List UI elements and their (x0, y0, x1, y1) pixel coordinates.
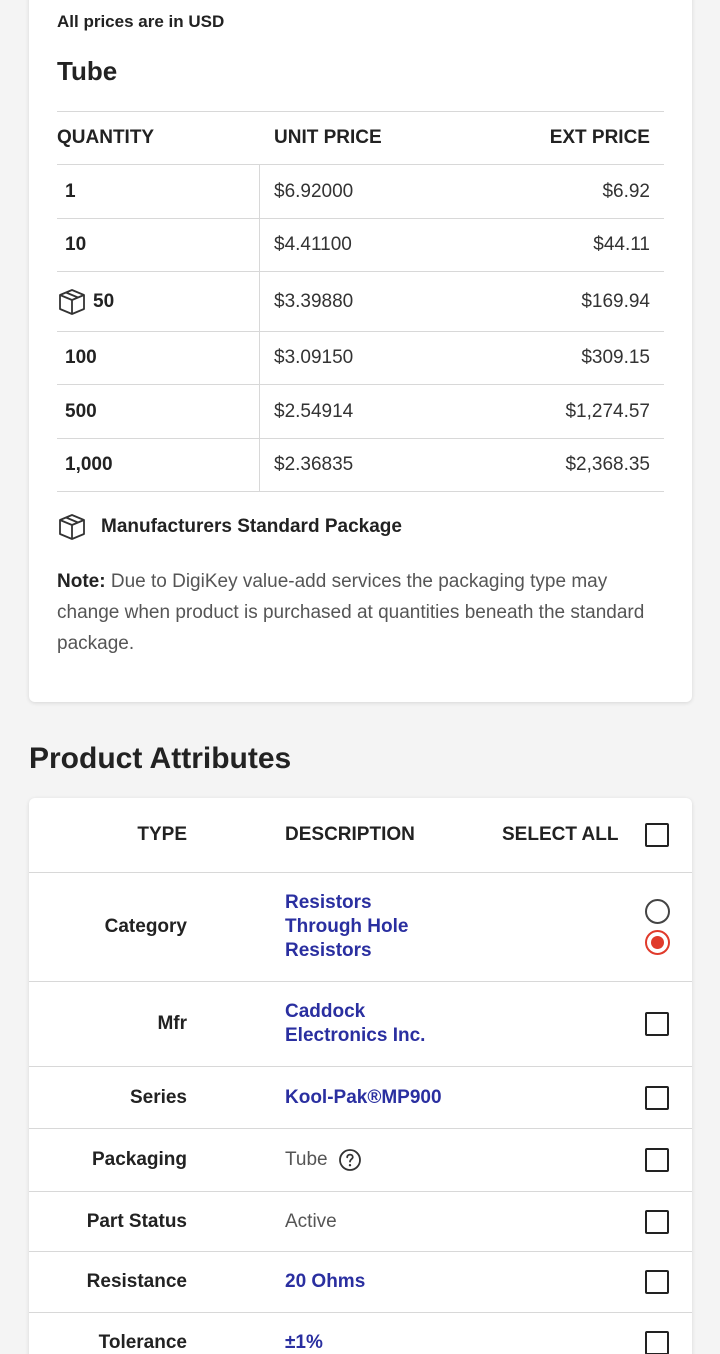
quantity-cell: 1 (65, 165, 255, 218)
attributes-card: TYPE DESCRIPTION SELECT ALL Category Resi… (29, 798, 692, 1354)
ext-price-cell: $6.92 (602, 180, 650, 202)
attribute-type: Series (129, 1086, 187, 1108)
attribute-description[interactable]: ±1% (285, 1313, 323, 1354)
description-line: Tube (285, 1149, 328, 1170)
description-line[interactable]: Through Hole (285, 915, 408, 939)
standard-package-label: Manufacturers Standard Package (101, 516, 402, 537)
package-box-icon (59, 514, 85, 540)
description-line[interactable]: Electronics Inc. (285, 1024, 425, 1048)
quantity-value: 100 (65, 347, 97, 368)
quantity-cell: 50 (59, 272, 255, 331)
type-header: TYPE (137, 824, 187, 845)
note-label: Note: (57, 571, 106, 592)
attribute-description: Active (285, 1192, 337, 1251)
ext-price-cell: $2,368.35 (565, 454, 650, 475)
quantity-header: QUANTITY (57, 127, 155, 148)
description-line: Active (285, 1210, 337, 1232)
attribute-type: Category (104, 916, 187, 937)
attribute-row: Tolerance ±1% (29, 1313, 692, 1354)
price-row: 50 $3.39880 $169.94 (57, 271, 664, 331)
attribute-description[interactable]: 20 Ohms (285, 1252, 365, 1312)
attribute-description[interactable]: Kool-Pak®MP900 (285, 1067, 442, 1128)
select-all-label: SELECT ALL (502, 824, 619, 845)
quantity-value: 1 (65, 180, 76, 202)
unit-price-header: UNIT PRICE (274, 127, 382, 148)
price-row: 1 $6.92000 $6.92 (57, 164, 664, 218)
description-line[interactable]: Caddock (285, 1000, 425, 1024)
attribute-type: Part Status (86, 1210, 187, 1232)
unit-price-cell: $4.41100 (274, 234, 352, 255)
description-line[interactable]: ±1% (285, 1331, 323, 1354)
description-line[interactable]: Kool-Pak®MP900 (285, 1086, 442, 1110)
attribute-row: Part Status Active (29, 1192, 692, 1252)
quantity-cell: 500 (65, 385, 255, 438)
price-row: 1,000 $2.36835 $2,368.35 (57, 438, 664, 492)
select-all-checkbox[interactable] (645, 823, 669, 847)
column-divider (259, 439, 260, 491)
attribute-checkbox[interactable] (645, 1270, 669, 1294)
standard-package-legend: Manufacturers Standard Package (57, 512, 402, 542)
attribute-type: Packaging (91, 1149, 187, 1170)
price-table-header: QUANTITY UNIT PRICE EXT PRICE (57, 111, 664, 164)
unit-price-cell: $6.92000 (274, 180, 354, 202)
attribute-checkbox[interactable] (645, 1209, 669, 1234)
attributes-table: TYPE DESCRIPTION SELECT ALL Category Resi… (29, 798, 692, 1354)
description-line[interactable]: Resistors (285, 891, 408, 915)
attribute-row: Category Resistors Through Hole Resistors (29, 873, 692, 982)
ext-price-cell: $44.11 (593, 234, 650, 255)
attribute-row: Packaging Tube (29, 1129, 692, 1192)
pricing-card: All prices are in USD Tube QUANTITY UNIT… (29, 0, 692, 702)
unit-price-cell: $3.09150 (274, 347, 354, 368)
attribute-checkbox[interactable] (645, 1085, 669, 1110)
ext-price-header: EXT PRICE (549, 127, 650, 148)
price-table: QUANTITY UNIT PRICE EXT PRICE 1 $6.92000 $… (57, 111, 664, 492)
currency-note: All prices are in USD (57, 12, 225, 31)
attribute-type: Mfr (157, 1013, 187, 1034)
column-divider (259, 385, 260, 438)
unit-price-cell: $3.39880 (274, 290, 354, 312)
description-line[interactable]: Resistors (285, 939, 408, 963)
product-attributes-title: Product Attributes (29, 742, 292, 775)
note-text: Due to DigiKey value-add services the pa… (57, 571, 645, 654)
column-divider (259, 219, 260, 271)
category-radio-option[interactable] (645, 899, 670, 924)
category-radio-option-selected[interactable] (645, 930, 670, 955)
quantity-value: 500 (65, 400, 97, 422)
packaging-note: Note: Due to DigiKey value-add services … (57, 566, 657, 659)
column-divider (259, 272, 260, 331)
quantity-value: 1,000 (65, 454, 113, 475)
column-divider (259, 165, 260, 218)
description-line[interactable]: 20 Ohms (285, 1270, 365, 1294)
help-icon[interactable] (338, 1148, 362, 1172)
attribute-row: Mfr Caddock Electronics Inc. (29, 982, 692, 1067)
price-row: 10 $4.41100 $44.11 (57, 218, 664, 271)
ext-price-cell: $169.94 (581, 290, 650, 312)
attribute-description[interactable]: Resistors Through Hole Resistors (285, 873, 408, 981)
attribute-checkbox[interactable] (645, 1148, 669, 1172)
quantity-cell: 10 (65, 219, 255, 271)
quantity-value: 10 (65, 234, 87, 255)
quantity-value: 50 (93, 290, 115, 312)
ext-price-cell: $1,274.57 (565, 400, 650, 422)
attribute-description[interactable]: Caddock Electronics Inc. (285, 982, 425, 1066)
attribute-type: Resistance (86, 1271, 187, 1292)
attribute-row: Resistance 20 Ohms (29, 1252, 692, 1313)
ext-price-cell: $309.15 (581, 347, 650, 368)
attribute-checkbox[interactable] (645, 1330, 669, 1354)
unit-price-cell: $2.54914 (274, 400, 354, 422)
column-divider (259, 332, 260, 384)
unit-price-cell: $2.36835 (274, 454, 354, 475)
quantity-cell: 100 (65, 332, 255, 384)
attribute-description: Tube (285, 1129, 362, 1191)
attributes-header: TYPE DESCRIPTION SELECT ALL (29, 798, 692, 873)
price-row: 500 $2.54914 $1,274.57 (57, 384, 664, 438)
attribute-checkbox[interactable] (645, 1012, 669, 1036)
price-row: 100 $3.09150 $309.15 (57, 331, 664, 384)
attribute-type: Tolerance (98, 1331, 187, 1353)
package-box-icon (59, 288, 85, 315)
description-header: DESCRIPTION (285, 824, 415, 845)
package-title: Tube (57, 56, 118, 86)
attribute-row: Series Kool-Pak®MP900 (29, 1067, 692, 1129)
quantity-cell: 1,000 (65, 439, 255, 491)
